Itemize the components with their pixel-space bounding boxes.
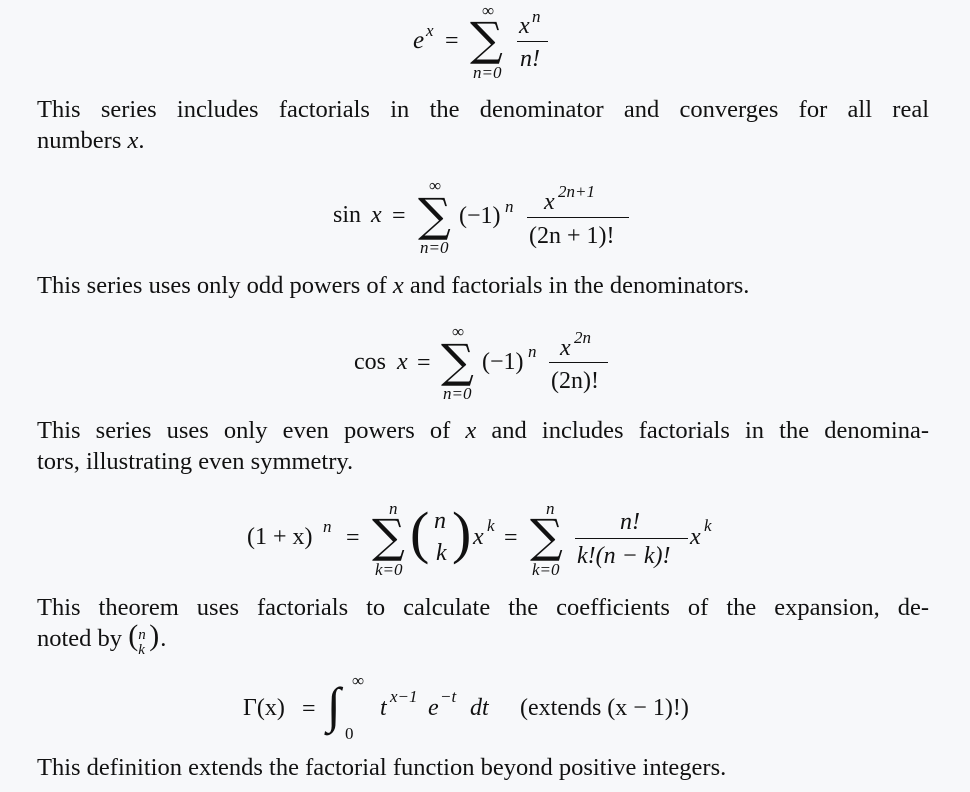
inline-binom-rparen: ): [149, 619, 160, 652]
text: and factorials in the denominators.: [403, 272, 750, 299]
eq3-lhs-var: x: [397, 349, 408, 375]
text: This series uses only odd powers of: [37, 272, 393, 299]
paragraph-exponential: This series includes factorials in the d…: [37, 94, 929, 156]
inline-binom-lparen: (: [128, 619, 139, 652]
math-var: x: [465, 417, 477, 444]
eq4-sum1-symbol: ∑: [372, 509, 405, 563]
math-var: x: [127, 127, 139, 154]
eq4-binom-top: n: [434, 508, 446, 534]
eq4-term-base: x: [473, 524, 484, 550]
inline-binomial: (n k): [128, 620, 168, 658]
eq3-denominator: (2n)!: [551, 368, 599, 394]
eq2-sign-factor: (−1): [459, 203, 501, 229]
eq1-fraction-bar: [517, 41, 548, 43]
paragraph-line: noted by (n k).: [37, 620, 929, 658]
eq5-equals: =: [302, 696, 316, 722]
eq5-integral-symbol: ∫: [327, 677, 341, 733]
eq3-numerator-base: x: [560, 335, 571, 361]
paragraph-line: This theorem uses factorials to calculat…: [37, 594, 929, 621]
eq1-numerator-exp: n: [532, 7, 541, 26]
eq1-sum-lower: n=0: [473, 63, 502, 82]
eq3-equals: =: [417, 350, 431, 376]
eq3-sign-exp: n: [528, 342, 537, 361]
paragraph-cosine: This series uses only even powers of x a…: [37, 415, 929, 477]
text: This series uses only even powers of: [37, 417, 466, 444]
text: .: [138, 127, 145, 154]
eq2-sign-exp: n: [505, 197, 514, 216]
eq5-integrand-e: e: [428, 695, 439, 721]
eq1-numerator-base: x: [519, 13, 530, 39]
paragraph-gamma: This definition extends the factorial fu…: [37, 754, 727, 781]
eq5-t-exp: x−1: [390, 687, 418, 706]
text: noted by: [37, 625, 129, 652]
paragraph-line: This series uses only even powers of x a…: [37, 415, 929, 446]
eq4-binom-bottom: k: [436, 540, 447, 566]
eq5-e-exp: −t: [440, 687, 457, 706]
eq2-denominator: (2n + 1)!: [529, 223, 615, 249]
eq4-lhs: (1 + x): [247, 524, 313, 550]
eq4-fraction-bar: [575, 538, 688, 540]
eq4-denominator: k!(n − k)!: [577, 543, 671, 569]
eq4-sum2-lower: k=0: [532, 560, 560, 579]
eq5-dt: dt: [470, 695, 489, 721]
eq2-fraction-bar: [527, 217, 629, 219]
eq4-equals-2: =: [504, 525, 518, 551]
eq4-numerator: n!: [620, 509, 640, 535]
eq5-integrand-t: t: [380, 695, 387, 721]
paragraph-sine: This series uses only odd powers of x an…: [37, 270, 929, 301]
eq3-sum-symbol: ∑: [441, 334, 474, 388]
eq5-integral-lower: 0: [345, 724, 354, 743]
eq1-denominator: n!: [520, 46, 540, 72]
eq1-equals: =: [445, 28, 459, 54]
eq5-lhs: Γ(x): [243, 695, 285, 721]
eq5-note: (extends (x − 1)!): [520, 695, 689, 721]
text: numbers: [37, 127, 128, 154]
eq1-lhs-base: e: [413, 27, 425, 54]
eq2-lhs-func: sin: [333, 202, 362, 228]
eq4-binom-rparen: ): [452, 500, 472, 565]
math-var: x: [392, 272, 404, 299]
eq3-numerator-exp: 2n: [574, 328, 591, 347]
paragraph-line: numbers x.: [37, 125, 929, 156]
paragraph-line: This series includes factorials in the d…: [37, 96, 929, 123]
text: and includes factorials in the denomina-: [476, 417, 929, 444]
eq2-sum-lower: n=0: [420, 238, 449, 257]
eq2-equals: =: [392, 203, 406, 229]
eq4-equals-1: =: [346, 525, 360, 551]
eq4-lhs-exp: n: [323, 517, 332, 536]
eq3-lhs-func: cos: [354, 349, 386, 375]
eq3-sum-lower: n=0: [443, 384, 472, 403]
paragraph-binomial: This theorem uses factorials to calculat…: [37, 592, 929, 658]
eq1-sum-symbol: ∑: [470, 12, 503, 66]
eq2-lhs-var: x: [371, 202, 382, 228]
paragraph-line: tors, illustrating even symmetry.: [37, 448, 354, 475]
eq3-sign-factor: (−1): [482, 349, 524, 375]
inline-binom-bottom: k: [138, 642, 145, 658]
eq4-binom-lparen: (: [410, 500, 430, 565]
eq2-numerator-exp: 2n+1: [558, 182, 595, 201]
eq5-integral-upper: ∞: [352, 671, 365, 690]
eq4-term2-base: x: [690, 524, 701, 550]
eq2-sum-symbol: ∑: [418, 188, 451, 242]
eq2-numerator-base: x: [544, 189, 555, 215]
eq4-sum1-lower: k=0: [375, 560, 403, 579]
eq3-fraction-bar: [549, 362, 608, 364]
eq4-term-exp: k: [487, 516, 495, 535]
eq1-lhs-exp: x: [426, 21, 434, 40]
eq4-term2-exp: k: [704, 516, 712, 535]
eq4-sum2-symbol: ∑: [530, 509, 563, 563]
